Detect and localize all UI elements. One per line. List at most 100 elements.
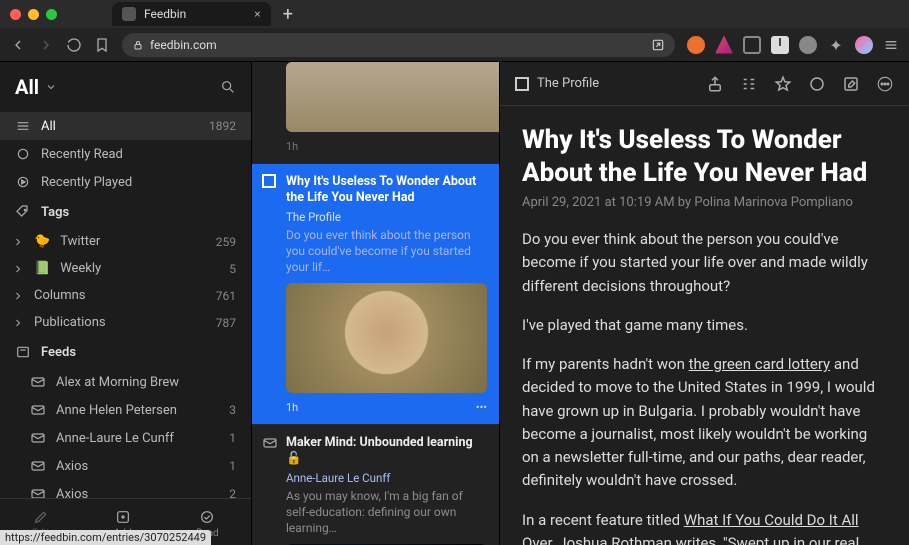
- profile-icon[interactable]: [855, 36, 873, 54]
- entry-item[interactable]: 1h: [252, 62, 499, 164]
- url-bar[interactable]: feedbin.com: [122, 33, 675, 57]
- entry-thumbnail: [286, 62, 500, 132]
- tab-close-icon[interactable]: ×: [254, 7, 260, 21]
- sidebar-feed-item[interactable]: Axios 1: [0, 452, 251, 480]
- reload-icon[interactable]: [66, 37, 82, 53]
- entry-thumbnail: [286, 283, 487, 393]
- sidebar-tag-twitter[interactable]: 🐤 Twitter 259: [0, 228, 251, 255]
- sidebar-item-recently-read[interactable]: Recently Read: [0, 140, 251, 168]
- browser-tab[interactable]: Feedbin ×: [112, 2, 271, 26]
- plus-square-icon: [115, 509, 131, 525]
- article-actions: [706, 75, 894, 93]
- window-min-button[interactable]: [28, 9, 39, 20]
- chevron-right-icon: [12, 290, 24, 302]
- window-close-button[interactable]: [10, 9, 21, 20]
- share-icon[interactable]: [706, 75, 724, 93]
- url-text: feedbin.com: [150, 38, 217, 52]
- tab-favicon: [122, 7, 136, 21]
- sidebar-title[interactable]: All: [15, 75, 57, 99]
- puzzle-icon[interactable]: ✦: [827, 36, 845, 54]
- menu-icon[interactable]: [883, 37, 899, 53]
- entry-item[interactable]: Maker Mind: Unbounded learning 🔓 Anne-La…: [252, 425, 499, 545]
- lock-icon: [132, 39, 144, 51]
- settings-columns-icon[interactable]: [740, 75, 758, 93]
- article-meta: April 29, 2021 at 10:19 AM by Polina Mar…: [522, 195, 887, 210]
- edit-icon[interactable]: [842, 75, 860, 93]
- mail-icon: [30, 430, 46, 446]
- browser-tab-bar: Feedbin × +: [0, 0, 909, 28]
- article-pane: The Profile Why It's Useless To Wonder A…: [500, 62, 909, 545]
- entry-source: Anne-Laure Le Cunff: [286, 471, 487, 485]
- tab-title: Feedbin: [144, 7, 186, 21]
- sidebar-tag-columns[interactable]: Columns 761: [0, 282, 251, 309]
- entry-time: 1h: [286, 401, 298, 414]
- forward-icon: [38, 37, 54, 53]
- extension-icons: I ✦: [687, 36, 899, 54]
- article-paragraph: I've played that game many times.: [522, 314, 887, 337]
- sidebar-header: All: [0, 62, 251, 112]
- sidebar-item-all[interactable]: All 1892: [0, 112, 251, 140]
- ext-icon[interactable]: I: [771, 36, 789, 54]
- entry-time: 1h: [286, 140, 298, 153]
- traffic-lights: [10, 9, 57, 20]
- window-max-button[interactable]: [46, 9, 57, 20]
- entry-item-selected[interactable]: Why It's Useless To Wonder About the Lif…: [252, 164, 499, 425]
- sidebar-tag-weekly[interactable]: 📗 Weekly 5: [0, 255, 251, 282]
- entry-summary: As you may know, I'm a big fan of self-e…: [286, 488, 487, 537]
- sidebar-feed-item[interactable]: Alex at Morning Brew: [0, 368, 251, 396]
- back-icon[interactable]: [10, 37, 26, 53]
- sidebar: All All 1892 Recently Read Recently Play…: [0, 62, 252, 545]
- bookmark-icon[interactable]: [94, 37, 110, 53]
- sidebar-section-feeds: Feeds: [0, 336, 251, 368]
- sidebar-feed-item[interactable]: Anne Helen Petersen 3: [0, 396, 251, 424]
- chevron-right-icon: [12, 263, 24, 275]
- chevron-right-icon: [12, 236, 24, 248]
- mail-icon: [30, 374, 46, 390]
- entry-title: Maker Mind: Unbounded learning 🔓: [286, 435, 487, 468]
- circle-icon: [15, 146, 31, 162]
- entry-summary: Do you ever think about the person you c…: [286, 227, 487, 276]
- article-source[interactable]: The Profile: [515, 76, 599, 91]
- sidebar-list: All 1892 Recently Read Recently Played T…: [0, 112, 251, 498]
- article-body: Why It's Useless To Wonder About the Lif…: [500, 106, 909, 545]
- new-tab-button[interactable]: +: [283, 4, 293, 25]
- check-circle-icon: [199, 509, 215, 525]
- source-indicator-icon: [515, 77, 529, 91]
- article-paragraph: Do you ever think about the person you c…: [522, 228, 887, 298]
- entry-more-icon[interactable]: •••: [476, 401, 487, 414]
- ext-icon[interactable]: [743, 36, 761, 54]
- chevron-right-icon: [12, 317, 24, 329]
- search-icon[interactable]: [220, 79, 236, 95]
- sidebar-feed-item[interactable]: Axios 2: [0, 480, 251, 498]
- sidebar-feed-item[interactable]: Anne-Laure Le Cunff 1: [0, 424, 251, 452]
- mail-icon: [30, 486, 46, 498]
- sidebar-item-recently-played[interactable]: Recently Played: [0, 168, 251, 196]
- mail-icon: [262, 435, 278, 455]
- mail-icon: [30, 458, 46, 474]
- more-icon[interactable]: [876, 75, 894, 93]
- entry-list[interactable]: 1h Why It's Useless To Wonder About the …: [252, 62, 500, 545]
- entry-source: The Profile: [286, 210, 487, 224]
- ext-icon[interactable]: [799, 36, 817, 54]
- play-circle-icon: [15, 174, 31, 190]
- ext-icon[interactable]: [715, 36, 733, 54]
- article-paragraph: In a recent feature titled What If You C…: [522, 509, 887, 545]
- mail-icon: [30, 402, 46, 418]
- article-link[interactable]: the green card lottery: [689, 355, 831, 373]
- list-icon: [15, 118, 31, 134]
- pencil-icon: [33, 509, 49, 525]
- status-link-preview: https://feedbin.com/entries/3070252449: [0, 530, 211, 545]
- entry-title: Why It's Useless To Wonder About the Lif…: [286, 174, 487, 207]
- article-paragraph: If my parents hadn't won the green card …: [522, 353, 887, 493]
- star-icon[interactable]: [774, 75, 792, 93]
- circle-icon[interactable]: [808, 75, 826, 93]
- chevron-down-icon: [45, 81, 57, 93]
- unread-indicator-icon: [262, 174, 276, 192]
- tag-icon: [15, 204, 31, 220]
- popup-icon[interactable]: [651, 38, 665, 52]
- article-title: Why It's Useless To Wonder About the Lif…: [522, 124, 887, 189]
- article-toolbar: The Profile: [500, 62, 909, 106]
- feed-icon: [15, 344, 31, 360]
- ext-icon[interactable]: [687, 36, 705, 54]
- sidebar-tag-publications[interactable]: Publications 787: [0, 309, 251, 336]
